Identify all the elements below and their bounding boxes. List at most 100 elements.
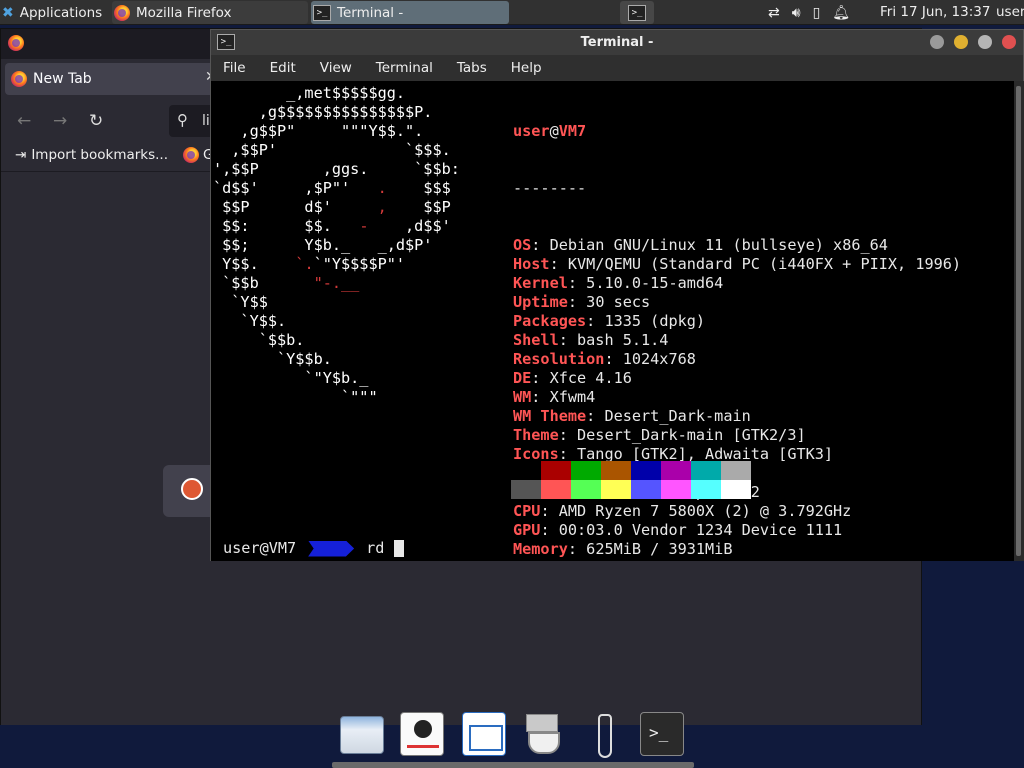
taskbar-terminal-label: Terminal - (337, 4, 404, 21)
writer-icon[interactable] (462, 712, 506, 756)
network-icon[interactable]: ⇄ (768, 5, 780, 21)
prompt-user: user@VM7 (223, 539, 297, 557)
text-cursor (394, 540, 405, 557)
terminal-icon: >_ (628, 4, 646, 21)
color-swatch (571, 461, 601, 480)
firefox-icon (11, 71, 27, 87)
info-colon: : (540, 521, 559, 539)
tab-new-tab[interactable]: New Tab ✕ (5, 63, 217, 95)
prompt-arrow-icon (308, 540, 355, 557)
java-icon[interactable] (520, 712, 564, 756)
info-value: AMD Ryzen 7 5800X (2) @ 3.792GHz (558, 502, 852, 520)
media-player-icon[interactable] (400, 712, 444, 756)
duckduckgo-icon[interactable] (181, 478, 203, 500)
terminal-icon: >_ (313, 4, 331, 21)
applications-menu-button[interactable]: ✖ Applications (2, 1, 108, 24)
menu-file[interactable]: File (211, 55, 258, 81)
info-line: Packages: 1335 (dpkg) (513, 312, 961, 331)
menu-help[interactable]: Help (499, 55, 554, 81)
info-key: OS (513, 236, 532, 254)
terminal-output[interactable]: _,met$$$$$gg. ,g$$$$$$$$$$$$$$$P. ,g$$P"… (211, 81, 1014, 561)
info-value: 00:03.0 Vendor 1234 Device 1111 (558, 521, 843, 539)
info-key: Kernel (513, 274, 568, 292)
info-key: Memory (513, 540, 568, 558)
info-line: CPU: AMD Ryzen 7 5800X (2) @ 3.792GHz (513, 502, 961, 521)
user-menu[interactable]: user (996, 4, 1024, 20)
notification-bell-icon[interactable]: 🔔︎ (832, 5, 850, 21)
url-bar-text[interactable]: li (202, 113, 210, 129)
header-at: @ (549, 122, 559, 140)
terminal-prompt-glyph: >_ (649, 723, 669, 742)
info-key: WM Theme (513, 407, 587, 425)
terminal-scrollbar-thumb[interactable] (1016, 86, 1021, 556)
taskbar-terminal-button[interactable]: >_ Terminal - (311, 1, 509, 24)
info-value: KVM/QEMU (Standard PC (i440FX + PIIX, 19… (567, 255, 962, 273)
forward-icon[interactable]: → (53, 111, 67, 131)
info-colon: : (531, 388, 550, 406)
color-swatch (691, 480, 721, 499)
color-swatch (661, 461, 691, 480)
info-colon: : (549, 255, 568, 273)
color-palette-dark (511, 461, 751, 480)
panel-terminal-launcher[interactable]: >_ (620, 1, 654, 24)
terminal-icon[interactable]: >_ (640, 712, 684, 756)
taskbar-firefox-button[interactable]: Mozilla Firefox (112, 1, 308, 24)
file-manager-icon[interactable] (340, 716, 384, 754)
window-title: Terminal - (580, 35, 654, 50)
bookmark-import[interactable]: ⇥ Import bookmarks... (15, 147, 168, 163)
back-icon[interactable]: ← (17, 111, 31, 131)
info-key: Packages (513, 312, 587, 330)
color-swatch (691, 461, 721, 480)
clock[interactable]: Fri 17 Jun, 13:37 (880, 4, 990, 20)
terminal-window: >_ Terminal - File Edit View Terminal Ta… (210, 29, 1024, 561)
shade-button[interactable] (930, 35, 944, 49)
info-key: Resolution (513, 350, 605, 368)
info-value: Desert_Dark-main (604, 407, 751, 425)
info-value: bash 5.1.4 (577, 331, 669, 349)
menu-view[interactable]: View (308, 55, 364, 81)
minimize-button[interactable] (954, 35, 968, 49)
color-swatch (601, 480, 631, 499)
battery-icon[interactable]: ▯ (813, 5, 821, 21)
menu-tabs[interactable]: Tabs (445, 55, 499, 81)
info-colon: : (586, 312, 605, 330)
info-line: Theme: Desert_Dark-main [GTK2/3] (513, 426, 961, 445)
menu-terminal[interactable]: Terminal (364, 55, 445, 81)
color-swatch (721, 480, 751, 499)
shell-prompt[interactable]: user@VM7 rd (223, 539, 405, 558)
info-value: Xfwm4 (549, 388, 596, 406)
info-line: GPU: 00:03.0 Vendor 1234 Device 1111 (513, 521, 961, 540)
terminal-titlebar[interactable]: >_ Terminal - (211, 30, 1023, 55)
info-line: OS: Debian GNU/Linux 11 (bullseye) x86_6… (513, 236, 961, 255)
firefox-icon (114, 4, 130, 21)
info-key: Theme (513, 426, 559, 444)
close-button[interactable] (1002, 35, 1016, 49)
color-swatch (511, 480, 541, 499)
info-colon: : (531, 369, 550, 387)
info-key: DE (513, 369, 532, 387)
info-key: Host (513, 255, 550, 273)
bookmark-getting-started[interactable]: G (183, 147, 213, 163)
color-swatch (721, 461, 751, 480)
mouse-icon[interactable] (580, 712, 624, 758)
info-separator: -------- (513, 179, 587, 197)
info-key: GPU (513, 521, 541, 539)
reload-icon[interactable]: ↻ (89, 111, 103, 131)
info-colon: : (567, 274, 587, 292)
volume-icon[interactable]: 🔊︎ (792, 5, 801, 21)
info-key: WM (513, 388, 532, 406)
top-panel: ✖ Applications Mozilla Firefox >_ Termin… (0, 0, 1024, 25)
color-palette-bright (511, 480, 751, 499)
debian-ascii-logo: _,met$$$$$gg. ,g$$$$$$$$$$$$$$$P. ,g$$P"… (213, 84, 460, 406)
info-line: Resolution: 1024x768 (513, 350, 961, 369)
bookmark-import-label: Import bookmarks... (31, 147, 169, 163)
info-key: Shell (513, 331, 559, 349)
info-line: Kernel: 5.10.0-15-amd64 (513, 274, 961, 293)
maximize-button[interactable] (978, 35, 992, 49)
info-colon: : (531, 236, 550, 254)
info-key: Uptime (513, 293, 568, 311)
menu-edit[interactable]: Edit (258, 55, 308, 81)
system-tray: ⇄ 🔊︎ ▯ 🔔︎ (768, 1, 850, 24)
info-colon: : (558, 331, 578, 349)
info-colon: : (558, 426, 578, 444)
